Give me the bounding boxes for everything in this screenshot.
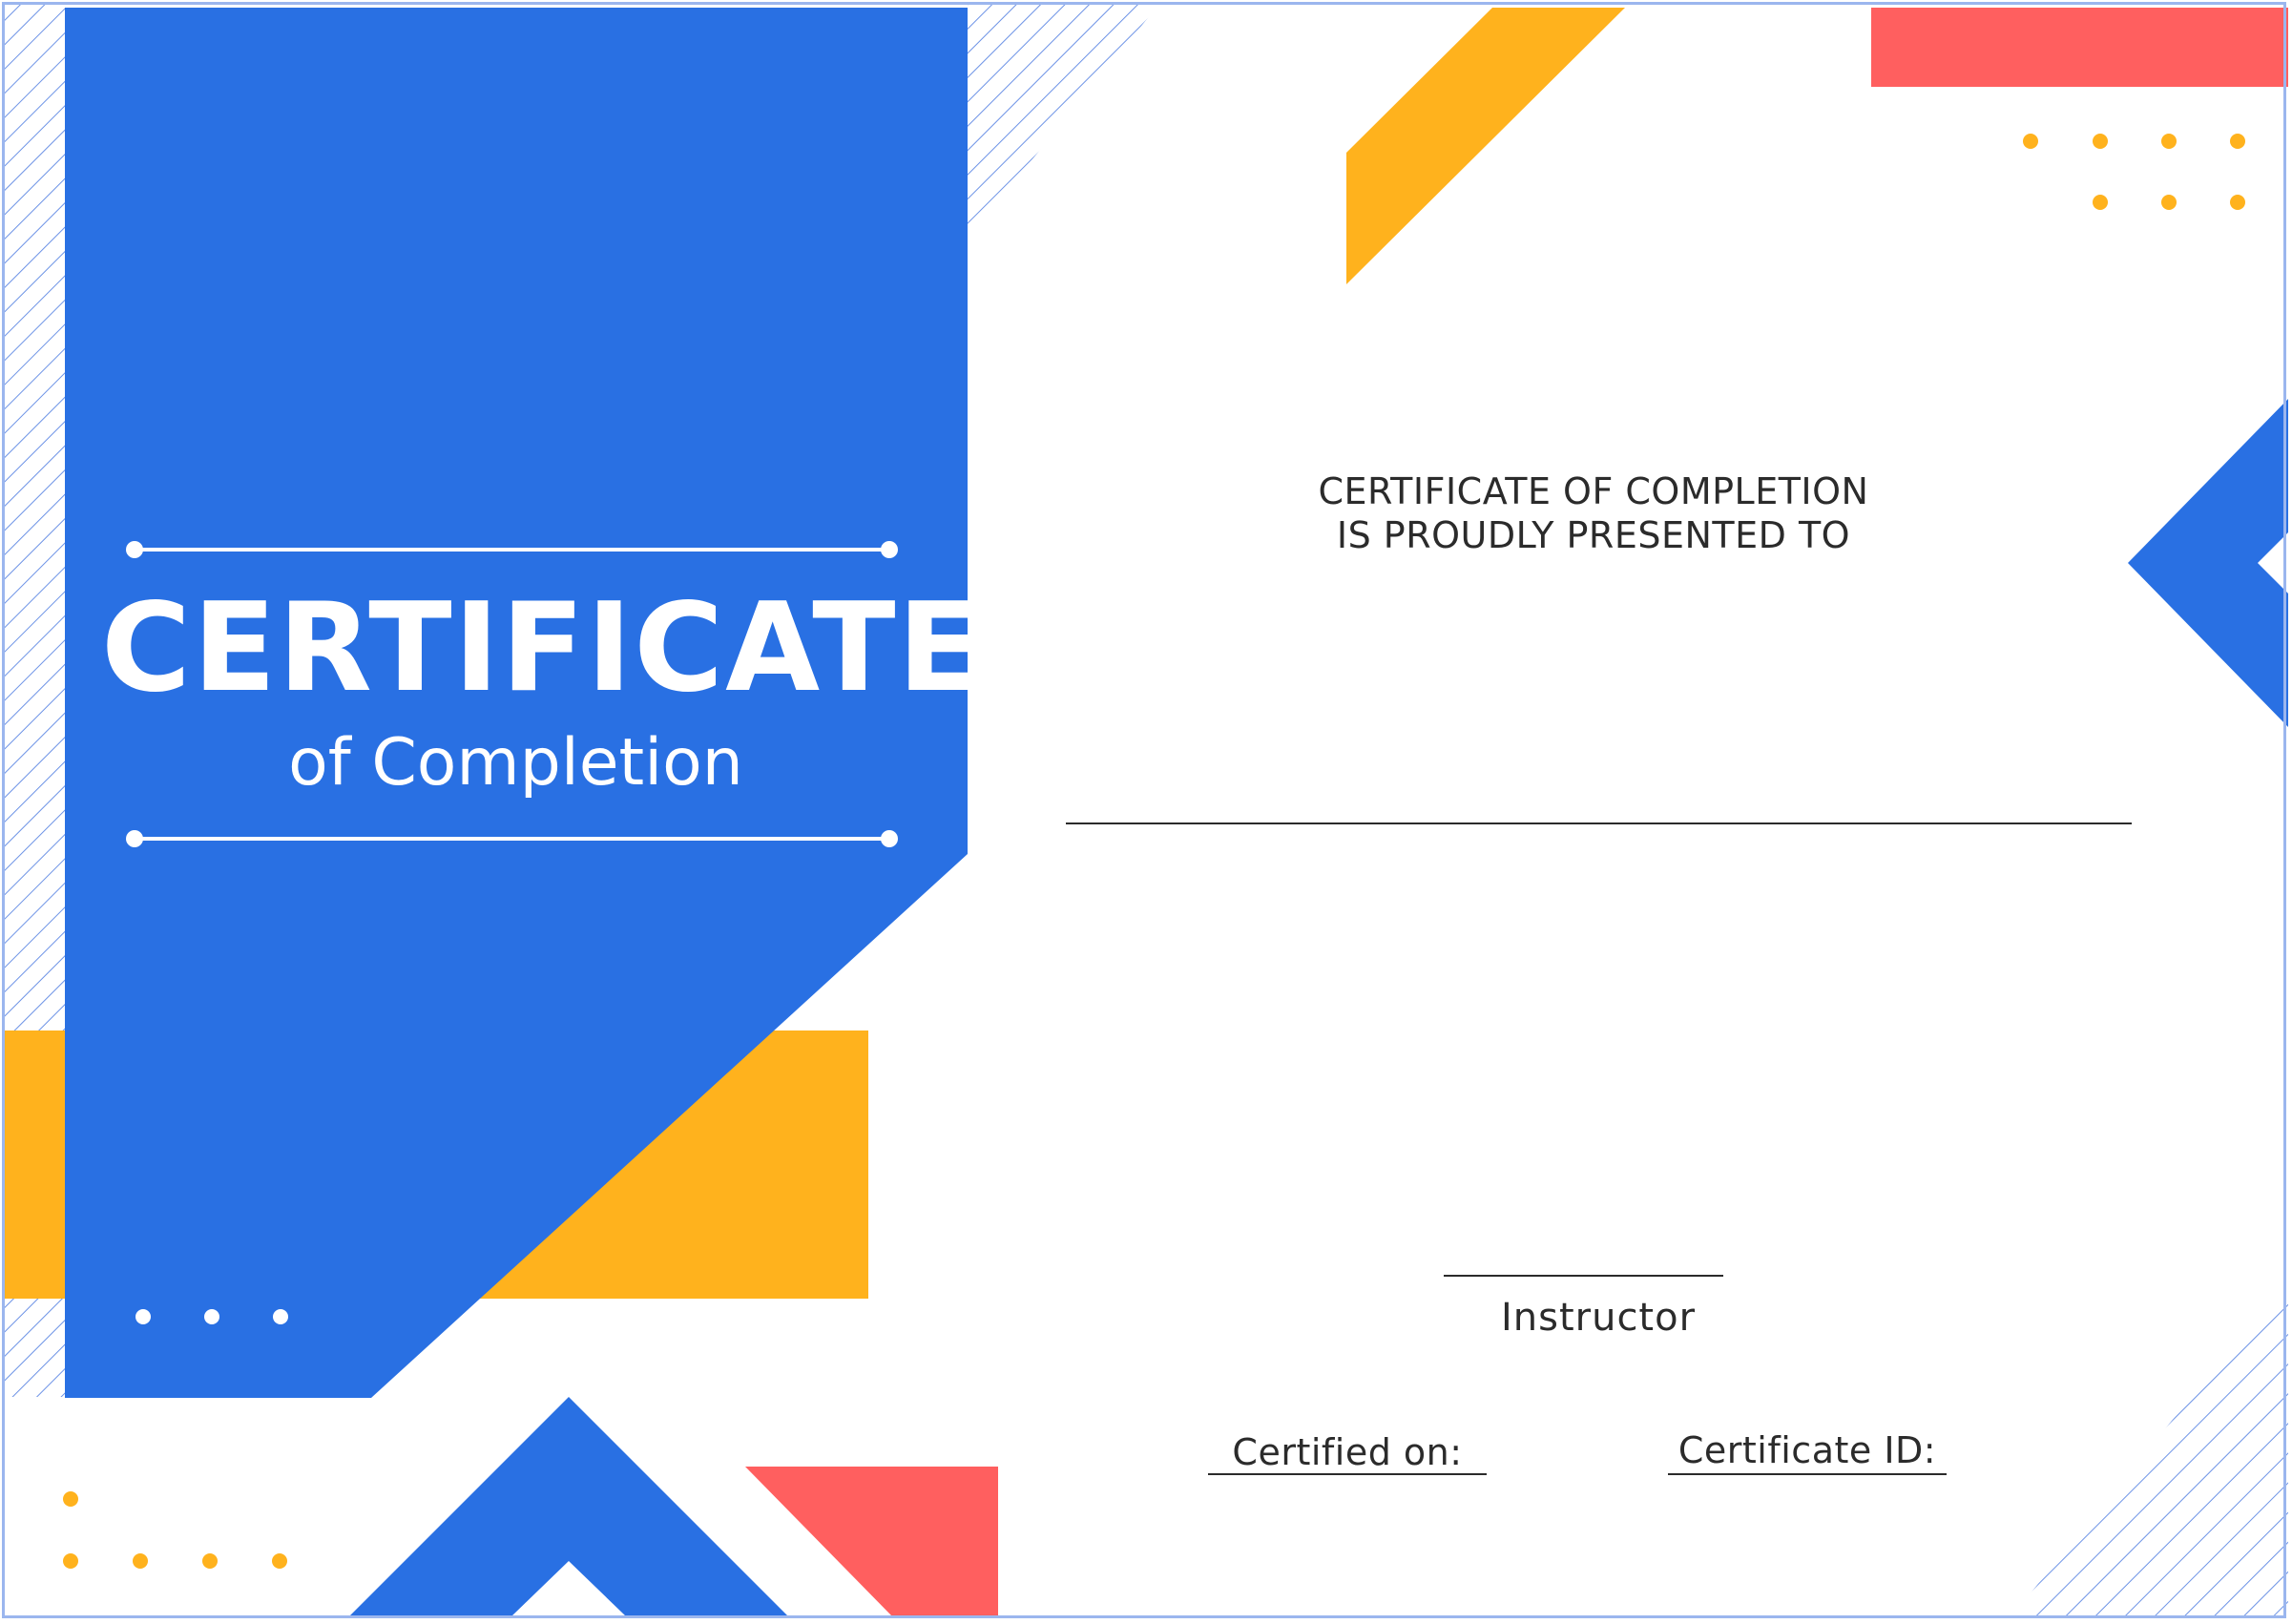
instructor-label: Instructor xyxy=(1500,1296,1697,1340)
yellow-dot xyxy=(2023,134,2038,149)
instructor-signature-line xyxy=(1444,1275,1723,1277)
certified-on-label: Certified on: xyxy=(1232,1431,1463,1473)
blue-chevron-bottom xyxy=(349,1397,788,1616)
certificate-id-label: Certificate ID: xyxy=(1677,1429,1937,1471)
banner-dot xyxy=(204,1309,219,1324)
yellow-dot xyxy=(63,1553,78,1569)
rule-dot xyxy=(126,541,143,558)
presented-heading: CERTIFICATE OF COMPLETION IS PROUDLY PRE… xyxy=(1212,469,1975,557)
stripe-pattern-bottom-right xyxy=(2011,1279,2288,1616)
certificate-id-line xyxy=(1668,1473,1947,1475)
presented-line-1: CERTIFICATE OF COMPLETION xyxy=(1318,470,1869,512)
certificate-page: CERTIFICATE of Completion CERTIFICATE OF… xyxy=(0,0,2292,1624)
rule-dot xyxy=(126,830,143,847)
certificate-title: CERTIFICATE xyxy=(101,577,983,719)
yellow-dot xyxy=(2230,134,2245,149)
yellow-dot xyxy=(202,1553,218,1569)
presented-line-2: IS PROUDLY PRESENTED TO xyxy=(1336,514,1851,556)
rule-dot xyxy=(881,830,898,847)
recipient-name-line xyxy=(1066,822,2132,824)
yellow-dot xyxy=(2093,134,2108,149)
yellow-dot xyxy=(2230,195,2245,210)
red-bar-top xyxy=(1871,8,2288,87)
certificate-subtitle: of Completion xyxy=(288,725,743,801)
yellow-parallelogram xyxy=(1346,8,1625,284)
yellow-dot xyxy=(272,1553,287,1569)
yellow-dot xyxy=(2161,195,2177,210)
blue-chevron-right xyxy=(2128,399,2288,727)
decorative-shapes xyxy=(4,4,2288,1616)
red-trapezoid-bottom xyxy=(745,1467,998,1616)
banner-dot xyxy=(135,1309,151,1324)
stripe-pattern-top xyxy=(968,4,1159,239)
yellow-dot xyxy=(2093,195,2108,210)
yellow-dot xyxy=(133,1553,148,1569)
banner-dot xyxy=(273,1309,288,1324)
yellow-dot xyxy=(2161,134,2177,149)
yellow-dot xyxy=(63,1491,78,1507)
rule-dot xyxy=(881,541,898,558)
certified-on-line xyxy=(1208,1473,1487,1475)
